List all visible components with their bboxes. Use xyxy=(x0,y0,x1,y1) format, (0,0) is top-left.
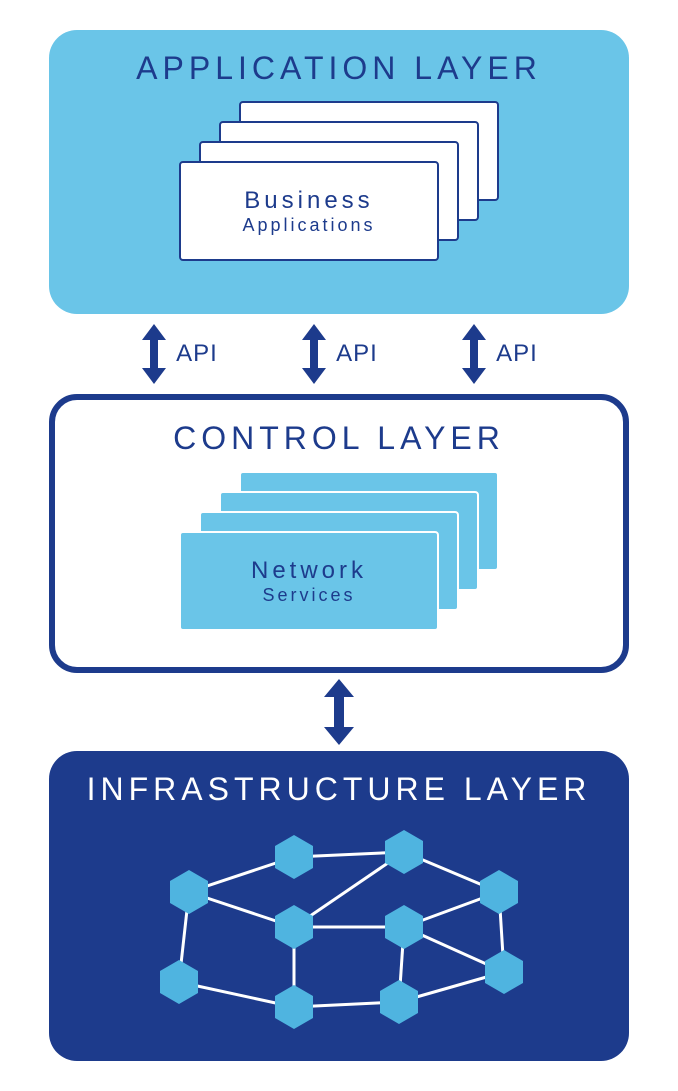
double-arrow-icon xyxy=(322,679,356,745)
control-layer-title: CONTROL LAYER xyxy=(85,420,593,457)
double-arrow-icon xyxy=(460,324,488,384)
api-label-2: API xyxy=(336,340,378,368)
infrastructure-layer-box: INFRASTRUCTURE LAYER xyxy=(49,751,629,1061)
business-applications-stack: Business Applications xyxy=(179,101,499,266)
app-card-1: Business Applications xyxy=(179,161,439,261)
double-arrow-icon xyxy=(300,324,328,384)
ctrl-card-label-bottom: Services xyxy=(262,585,355,606)
infrastructure-layer-title: INFRASTRUCTURE LAYER xyxy=(79,771,599,808)
app-card-label-bottom: Applications xyxy=(242,215,375,236)
api-connector-2: API xyxy=(300,324,378,384)
network-topology-icon xyxy=(119,822,559,1032)
ctrl-card-label-top: Network xyxy=(251,557,367,585)
app-card-label-top: Business xyxy=(244,187,373,215)
control-layer-box: CONTROL LAYER Network Services xyxy=(49,394,629,673)
api-connector-row: API API API xyxy=(59,314,619,394)
control-to-infrastructure-connector xyxy=(322,673,356,751)
application-layer-box: APPLICATION LAYER Business Applications xyxy=(49,30,629,314)
api-connector-3: API xyxy=(460,324,538,384)
network-services-stack: Network Services xyxy=(179,471,499,636)
api-label-1: API xyxy=(176,340,218,368)
double-arrow-icon xyxy=(140,324,168,384)
ctrl-card-1: Network Services xyxy=(179,531,439,631)
application-layer-title: APPLICATION LAYER xyxy=(79,50,599,87)
api-connector-1: API xyxy=(140,324,218,384)
api-label-3: API xyxy=(496,340,538,368)
